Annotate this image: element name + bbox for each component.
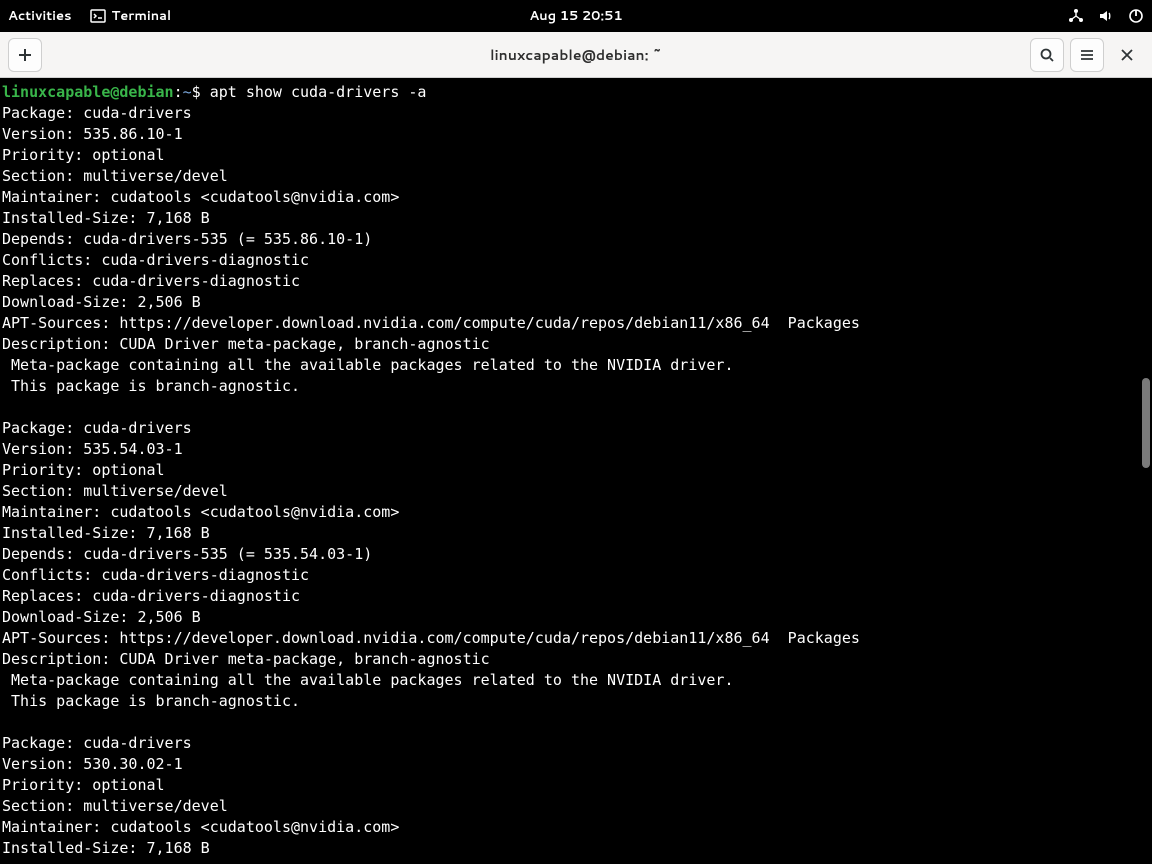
output-line: Maintainer: cudatools <cudatools@nvidia.…: [2, 188, 399, 206]
output-line: Version: 535.86.10-1: [2, 125, 183, 143]
output-line: Installed-Size: 7,168 B: [2, 524, 210, 542]
close-icon: [1119, 47, 1135, 63]
output-line: Package: cuda-drivers: [2, 419, 192, 437]
close-window-button[interactable]: [1110, 38, 1144, 72]
output-line: Priority: optional: [2, 461, 165, 479]
output-line: Priority: optional: [2, 146, 165, 164]
activities-button[interactable]: Activities: [8, 7, 72, 25]
power-icon[interactable]: [1128, 8, 1144, 24]
output-line: Download-Size: 2,506 B: [2, 293, 201, 311]
terminal-scrollbar[interactable]: [1140, 78, 1152, 864]
output-line: APT-Sources: https://developer.download.…: [2, 629, 860, 647]
hamburger-icon: [1079, 47, 1095, 63]
prompt-cwd: ~: [183, 83, 192, 101]
prompt-colon: :: [174, 83, 183, 101]
output-line: Section: multiverse/devel: [2, 167, 228, 185]
volume-icon[interactable]: [1098, 8, 1114, 24]
network-icon[interactable]: [1068, 8, 1084, 24]
output-line: Conflicts: cuda-drivers-diagnostic: [2, 566, 309, 584]
output-line: Download-Size: 2,506 B: [2, 608, 201, 626]
output-line: Replaces: cuda-drivers-diagnostic: [2, 272, 300, 290]
output-line: Version: 535.54.03-1: [2, 440, 183, 458]
output-line: Meta-package containing all the availabl…: [2, 356, 734, 374]
output-line: Conflicts: cuda-drivers-diagnostic: [2, 251, 309, 269]
output-line: Meta-package containing all the availabl…: [2, 671, 734, 689]
output-line: Maintainer: cudatools <cudatools@nvidia.…: [2, 503, 399, 521]
window-headerbar: linuxcapable@debian: ~: [0, 32, 1152, 78]
output-line: This package is branch-agnostic.: [2, 377, 300, 395]
window-title: linuxcapable@debian: ~: [0, 45, 1152, 65]
output-line: Installed-Size: 7,168 B: [2, 839, 210, 857]
search-icon: [1039, 47, 1055, 63]
output-line: Description: CUDA Driver meta-package, b…: [2, 650, 490, 668]
output-line: This package is branch-agnostic.: [2, 692, 300, 710]
prompt-user-host: linuxcapable@debian: [2, 83, 174, 101]
output-line: Replaces: cuda-drivers-diagnostic: [2, 587, 300, 605]
output-line: Depends: cuda-drivers-535 (= 535.86.10-1…: [2, 230, 372, 248]
plus-icon: [17, 47, 33, 63]
gnome-topbar: Activities Terminal Aug 15 20:51: [0, 0, 1152, 32]
terminal-icon: [90, 8, 106, 24]
new-tab-button[interactable]: [8, 38, 42, 72]
scrollbar-thumb[interactable]: [1142, 378, 1150, 468]
output-line: Package: cuda-drivers: [2, 734, 192, 752]
output-line: Section: multiverse/devel: [2, 797, 228, 815]
output-line: Installed-Size: 7,168 B: [2, 209, 210, 227]
output-line: APT-Sources: https://developer.download.…: [2, 314, 860, 332]
output-line: Description: CUDA Driver meta-package, b…: [2, 335, 490, 353]
prompt-dollar: $: [192, 83, 201, 101]
output-line: Priority: optional: [2, 776, 165, 794]
output-line: Section: multiverse/devel: [2, 482, 228, 500]
topbar-app-menu[interactable]: Terminal: [90, 7, 172, 25]
topbar-clock[interactable]: Aug 15 20:51: [529, 7, 622, 25]
output-line: Depends: cuda-drivers-535 (= 535.54.03-1…: [2, 545, 372, 563]
command-text: apt show cuda-drivers -a: [201, 83, 427, 101]
output-line: Maintainer: cudatools <cudatools@nvidia.…: [2, 818, 399, 836]
topbar-app-name: Terminal: [112, 7, 172, 25]
output-line: Package: cuda-drivers: [2, 104, 192, 122]
search-button[interactable]: [1030, 38, 1064, 72]
terminal-content[interactable]: linuxcapable@debian:~$ apt show cuda-dri…: [0, 78, 1152, 864]
hamburger-menu-button[interactable]: [1070, 38, 1104, 72]
output-line: Version: 530.30.02-1: [2, 755, 183, 773]
